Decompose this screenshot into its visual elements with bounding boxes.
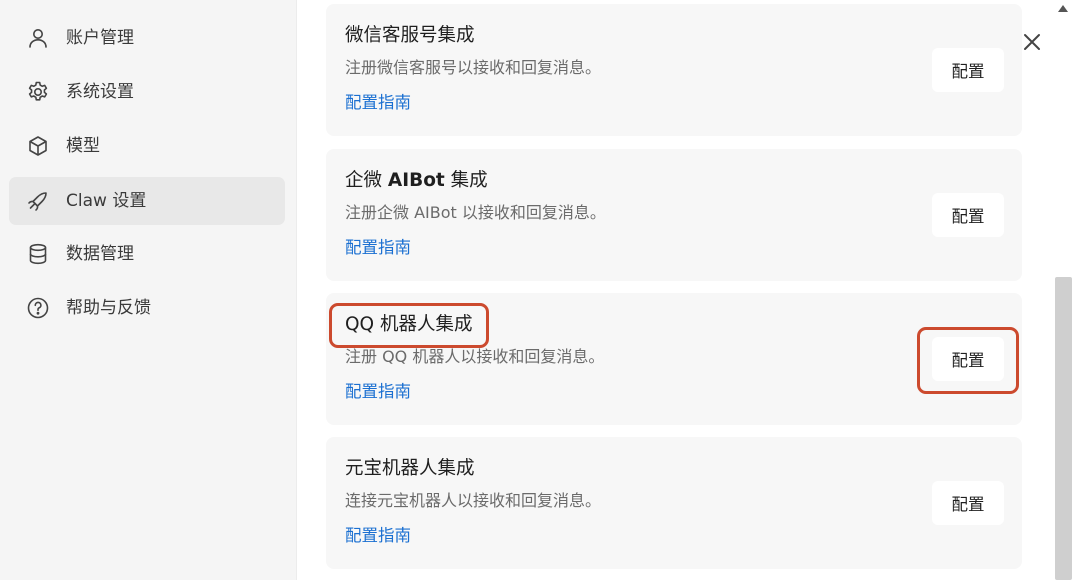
sidebar-item-account[interactable]: 账户管理 xyxy=(9,14,285,62)
sidebar-item-label: 模型 xyxy=(66,136,100,156)
configure-button[interactable]: 配置 xyxy=(932,193,1004,237)
config-guide-link[interactable]: 配置指南 xyxy=(345,237,411,259)
card-title: 微信客服号集成 xyxy=(345,25,475,46)
config-guide-link[interactable]: 配置指南 xyxy=(345,92,411,114)
config-guide-link[interactable]: 配置指南 xyxy=(345,381,411,403)
configure-button[interactable]: 配置 xyxy=(932,337,1004,381)
configure-button[interactable]: 配置 xyxy=(932,48,1004,92)
claw-icon xyxy=(26,189,50,213)
scrollbar-thumb[interactable] xyxy=(1055,277,1072,580)
card-title: 元宝机器人集成 xyxy=(345,458,475,479)
card-title-bold: AIBot xyxy=(387,170,445,191)
integration-card-yuanbao-bot: 元宝机器人集成 连接元宝机器人以接收和回复消息。 配置指南 配置 xyxy=(326,437,1022,569)
gear-icon xyxy=(26,80,50,104)
card-description: 注册微信客服号以接收和回复消息。 xyxy=(345,58,602,77)
integration-card-wechat: 微信客服号集成 注册微信客服号以接收和回复消息。 配置指南 配置 xyxy=(326,4,1022,136)
configure-button[interactable]: 配置 xyxy=(932,481,1004,525)
sidebar-item-label: 帮助与反馈 xyxy=(66,298,151,318)
user-icon xyxy=(26,26,50,50)
card-title-suffix: 集成 xyxy=(444,170,488,191)
help-icon xyxy=(26,296,50,320)
sidebar-item-data-management[interactable]: 数据管理 xyxy=(9,230,285,278)
scroll-up-arrow-icon[interactable] xyxy=(1058,5,1068,12)
integration-card-qq-bot: QQ 机器人集成 注册 QQ 机器人以接收和回复消息。 配置指南 配置 xyxy=(326,293,1022,425)
close-icon xyxy=(1024,34,1040,50)
sidebar-item-help[interactable]: 帮助与反馈 xyxy=(9,284,285,332)
main-content: 微信客服号集成 注册微信客服号以接收和回复消息。 配置指南 配置 企微 AIBo… xyxy=(298,0,1054,580)
sidebar-item-label: 数据管理 xyxy=(66,244,134,264)
sidebar: 账户管理 系统设置 模型 Claw 设置 数据管理 帮助与反馈 xyxy=(0,0,297,580)
sidebar-item-label: Claw 设置 xyxy=(66,191,147,211)
sidebar-item-system-settings[interactable]: 系统设置 xyxy=(9,68,285,116)
card-title-prefix: 企微 xyxy=(345,170,388,191)
card-title: 企微 AIBot 集成 xyxy=(345,169,488,193)
sidebar-item-claw-settings[interactable]: Claw 设置 xyxy=(9,177,285,225)
sidebar-item-label: 系统设置 xyxy=(66,82,134,102)
database-icon xyxy=(26,242,50,266)
integration-card-wecom-aibot: 企微 AIBot 集成 注册企微 AIBot 以接收和回复消息。 配置指南 配置 xyxy=(326,149,1022,281)
close-button[interactable] xyxy=(1018,28,1046,56)
sidebar-item-label: 账户管理 xyxy=(66,28,134,48)
card-description: 连接元宝机器人以接收和回复消息。 xyxy=(345,491,602,510)
card-description: 注册企微 AIBot 以接收和回复消息。 xyxy=(345,203,606,222)
cube-icon xyxy=(26,134,50,158)
config-guide-link[interactable]: 配置指南 xyxy=(345,525,411,547)
card-description: 注册 QQ 机器人以接收和回复消息。 xyxy=(345,347,605,366)
card-title: QQ 机器人集成 xyxy=(345,314,473,335)
sidebar-item-model[interactable]: 模型 xyxy=(9,122,285,170)
